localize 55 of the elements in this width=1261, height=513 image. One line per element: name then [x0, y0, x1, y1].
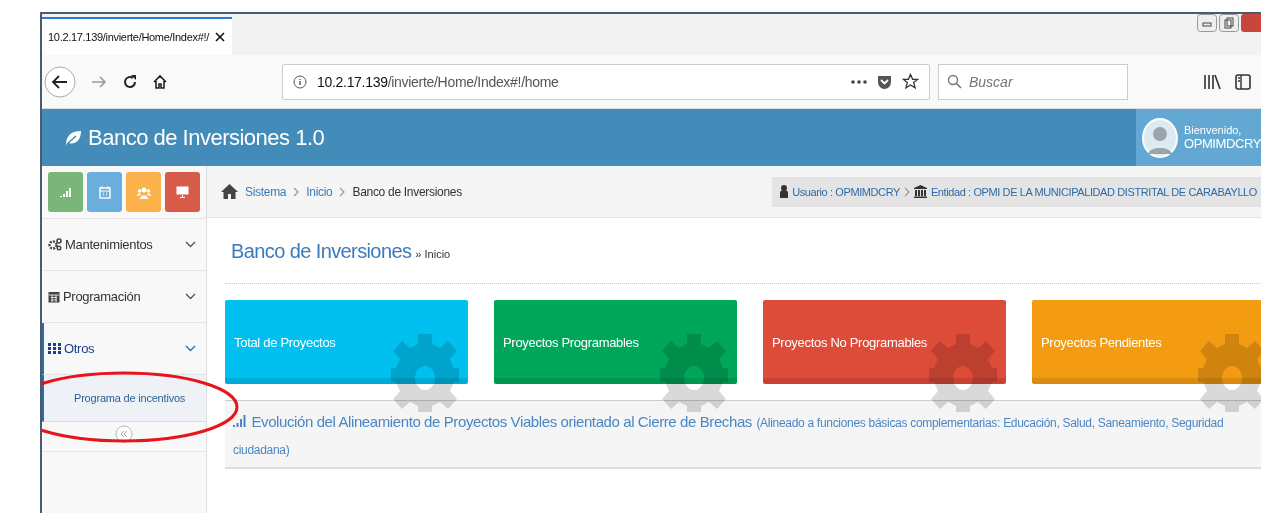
sidebar-icon[interactable]	[1235, 73, 1251, 90]
chevron-down-icon	[185, 345, 196, 352]
collapse-icon[interactable]	[115, 425, 133, 443]
panel-title: Evolución del Alineamiento de Proyectos Viables orientado al Cierre de Brechas (Alineado a funciones básicas complementarias: Educación, Salud, Saneamiento, Seguridad ciudadana)	[233, 412, 1225, 459]
chevron-down-icon	[185, 241, 196, 248]
star-icon[interactable]	[902, 73, 919, 90]
grid-icon	[48, 343, 61, 354]
search-field[interactable]: Buscar	[938, 63, 1128, 100]
chevron-right-icon	[903, 186, 910, 197]
user-panel[interactable]: Bienvenido, OPMIMDCRY	[1136, 109, 1261, 166]
bar-chart-icon	[59, 186, 72, 198]
search-icon	[947, 73, 962, 89]
calendar-icon	[48, 290, 60, 303]
stat-card[interactable]: Proyectos No Programables	[763, 300, 1006, 384]
more-icon[interactable]	[851, 79, 867, 84]
shortcut-button[interactable]	[165, 172, 200, 212]
bar-chart-icon	[233, 415, 247, 427]
chevron-down-icon	[185, 293, 196, 300]
leaf-icon	[64, 128, 82, 147]
home-icon	[221, 184, 238, 199]
calendar-icon	[98, 185, 111, 199]
library-icon[interactable]	[1203, 73, 1221, 90]
back-icon[interactable]	[44, 65, 76, 98]
menu-item[interactable]: Otros	[42, 323, 206, 375]
close-icon[interactable]	[215, 32, 226, 42]
user-icon	[780, 185, 789, 198]
entity-text: Entidad : OPMI DE LA MUNICIPALIDAD DISTRITAL DE CARABAYLLO	[930, 185, 1257, 198]
page-title: Banco de Inversiones	[231, 240, 412, 263]
info-icon	[293, 74, 307, 89]
browser-tab[interactable]: 10.2.17.139/invierte/Home/Index#!/	[42, 17, 232, 55]
address-bar[interactable]: 10.2.17.139/invierte/Home/Index#!/home	[282, 63, 930, 100]
home-icon[interactable]	[152, 73, 168, 90]
breadcrumb-link[interactable]: Sistema	[245, 184, 287, 199]
menu-item[interactable]: Mantenimientos	[42, 219, 206, 271]
reload-icon[interactable]	[122, 73, 138, 90]
monitor-icon	[176, 186, 189, 198]
users-icon	[136, 185, 151, 199]
stat-card[interactable]: Total de Proyectos	[225, 300, 468, 384]
username-text: OPMIMDCRY	[1183, 136, 1261, 151]
user-text: Usuario : OPMIMDCRY	[792, 185, 900, 198]
greeting-text: Bienvenido,	[1183, 124, 1243, 136]
breadcrumb-link[interactable]: Inicio	[306, 184, 333, 199]
institution-icon	[913, 185, 927, 198]
avatar-icon	[1142, 117, 1178, 158]
shield-icon[interactable]	[877, 73, 892, 90]
gears-icon	[48, 238, 62, 251]
chevron-right-icon	[339, 186, 346, 197]
submenu-item[interactable]: Programa de incentivos	[74, 392, 186, 404]
restore-icon[interactable]	[1219, 14, 1239, 32]
app-title[interactable]: Banco de Inversiones 1.0	[42, 124, 325, 151]
breadcrumb-link[interactable]: Banco de Inversiones	[352, 184, 462, 199]
stat-card[interactable]: Proyectos Programables	[494, 300, 737, 384]
page-subtitle: » Inicio	[415, 248, 451, 260]
stat-card[interactable]: Proyectos Pendientes	[1032, 300, 1261, 384]
chevron-right-icon	[293, 186, 300, 197]
